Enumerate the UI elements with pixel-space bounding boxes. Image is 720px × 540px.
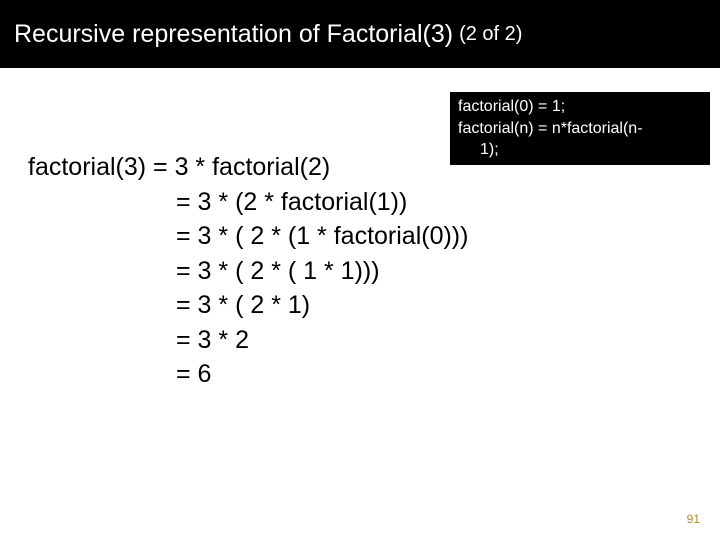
definition-box: factorial(0) = 1; factorial(n) = n*facto… bbox=[450, 92, 710, 165]
step-line: = 3 * ( 2 * ( 1 * 1))) bbox=[28, 254, 688, 289]
step-line: = 3 * ( 2 * (1 * factorial(0))) bbox=[28, 219, 688, 254]
definition-line-rec-a: factorial(n) = n*factorial(n- bbox=[458, 118, 702, 140]
slide-title-pager: (2 of 2) bbox=[459, 23, 522, 46]
step-line: = 3 * 2 bbox=[28, 323, 688, 358]
page-number: 91 bbox=[687, 512, 700, 526]
definition-line-base: factorial(0) = 1; bbox=[458, 96, 702, 118]
title-bar: Recursive representation of Factorial(3)… bbox=[0, 0, 720, 68]
step-line: = 3 * ( 2 * 1) bbox=[28, 288, 688, 323]
definition-line-rec-b: 1); bbox=[458, 139, 702, 161]
slide-title: Recursive representation of Factorial(3) bbox=[14, 20, 453, 49]
expansion-steps: factorial(3) = 3 * factorial(2) = 3 * (2… bbox=[28, 150, 688, 392]
step-line: = 3 * (2 * factorial(1)) bbox=[28, 185, 688, 220]
step-line: = 6 bbox=[28, 357, 688, 392]
